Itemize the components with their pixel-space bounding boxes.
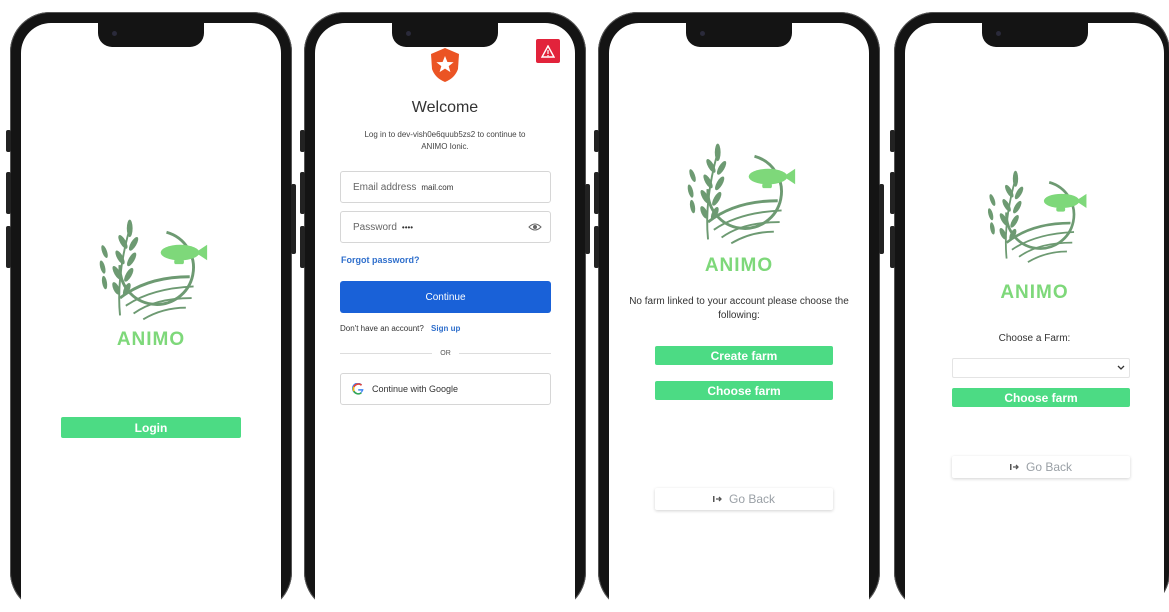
warning-icon[interactable] [536, 39, 560, 63]
or-text: OR [440, 349, 451, 357]
go-back-label: Go Back [728, 492, 776, 506]
phone-frame-4: ANIMO Choose a Farm: Choose farm Go Back [890, 12, 1169, 612]
email-field[interactable]: Email address mail.com [340, 171, 551, 203]
auth-subtitle: Log in to dev-vish0e6quub5zs2 to continu… [364, 130, 526, 151]
google-icon [352, 383, 364, 395]
no-account-text: Don't have an account? [340, 324, 424, 333]
login-screen: ANIMO Login [21, 23, 281, 612]
google-button[interactable]: Continue with Google [340, 373, 551, 405]
go-back-button[interactable]: Go Back [655, 488, 833, 510]
email-value: mail.com [421, 182, 454, 192]
auth-screen: Welcome Log in to dev-vish0e6quub5zs2 to… [315, 23, 575, 612]
exit-icon [712, 496, 722, 502]
signup-row: Don't have an account? Sign up [340, 324, 460, 333]
exit-icon [1009, 464, 1019, 470]
welcome-title: Welcome [411, 99, 479, 116]
signup-link[interactable]: Sign up [431, 324, 460, 333]
or-divider: OR [340, 347, 551, 359]
email-placeholder: Email address [353, 181, 417, 193]
chevron-down-icon [1117, 365, 1125, 370]
forgot-password-link[interactable]: Forgot password? [341, 255, 420, 265]
google-label: Continue with Google [372, 384, 459, 394]
brand-title: ANIMO [704, 255, 774, 276]
continue-button[interactable]: Continue [340, 281, 551, 313]
go-back-label: Go Back [1025, 460, 1073, 474]
animo-logo-icon [685, 142, 797, 245]
notch [981, 23, 1088, 47]
choose-farm-screen: ANIMO Choose a Farm: Choose farm Go Back [905, 23, 1164, 612]
password-value: •••• [401, 222, 414, 232]
choose-farm-prompt: Choose a Farm: [998, 333, 1071, 344]
login-button[interactable]: Login [61, 417, 241, 438]
choose-farm-button[interactable]: Choose farm [655, 381, 833, 400]
notch [98, 23, 204, 47]
password-field[interactable]: Password •••• [340, 211, 551, 243]
phone-frame-2: Welcome Log in to dev-vish0e6quub5zs2 to… [300, 12, 590, 612]
create-farm-button[interactable]: Create farm [655, 346, 833, 365]
notch [686, 23, 792, 47]
notch [392, 23, 498, 47]
go-back-button[interactable]: Go Back [952, 456, 1130, 478]
phone-frame-3: ANIMO No farm linked to your account ple… [594, 12, 884, 612]
animo-logo-icon [985, 169, 1088, 264]
no-farm-message: No farm linked to your account please ch… [629, 296, 849, 321]
no-farm-screen: ANIMO No farm linked to your account ple… [609, 23, 869, 612]
brand-title: ANIMO [1000, 282, 1069, 303]
choose-farm-button[interactable]: Choose farm [952, 388, 1130, 407]
phone-frame-1: ANIMO Login [6, 12, 296, 612]
eye-icon[interactable] [528, 222, 542, 232]
brand-title: ANIMO [116, 329, 186, 350]
animo-logo-icon [97, 218, 209, 321]
auth0-logo-icon [431, 48, 459, 82]
farm-select[interactable] [952, 358, 1130, 378]
password-placeholder: Password [353, 221, 397, 233]
